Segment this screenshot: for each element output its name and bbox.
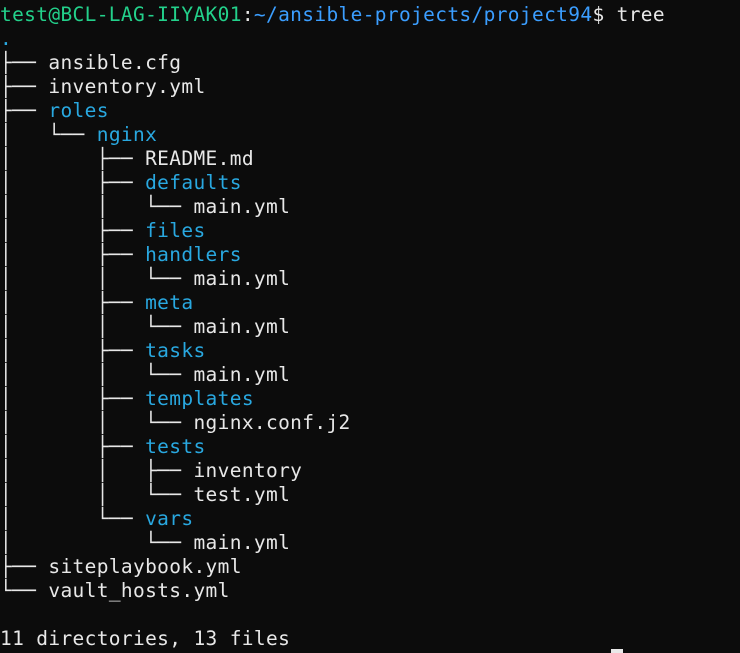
directory-name: tests: [145, 435, 206, 458]
directory-name: roles: [48, 99, 109, 122]
directory-name: defaults: [145, 171, 242, 194]
file-name: main.yml: [193, 195, 291, 218]
tree-entry: │ │ └── main.yml: [0, 195, 290, 219]
directory-name: files: [145, 219, 206, 242]
tree-entry: │ ├── meta: [0, 291, 193, 315]
tree-branch: │ │ └──: [0, 411, 194, 434]
tree-branch: ├──: [0, 51, 49, 74]
tree-branch: │ │ ├──: [0, 459, 194, 482]
file-name: nginx.conf.j2: [193, 411, 351, 434]
tree-entry: │ ├── README.md: [0, 147, 254, 171]
command-text: tree: [616, 3, 665, 26]
tree-branch: └──: [0, 579, 49, 602]
tree-branch: ├──: [0, 99, 49, 122]
directory-name: tasks: [145, 339, 206, 362]
prompt-user-host: test@BCL-LAG-IIYAK01: [0, 3, 242, 26]
tree-entry: │ │ └── nginx.conf.j2: [0, 411, 351, 435]
tree-entry: │ │ ├── inventory: [0, 459, 302, 483]
tree-branch: │ ├──: [0, 171, 146, 194]
tree-branch: │ ├──: [0, 147, 146, 170]
file-name: vault_hosts.yml: [48, 579, 230, 602]
prompt-line: test@BCL-LAG-IIYAK01:~/ansible-projects/…: [0, 3, 665, 27]
tree-entry: └── vault_hosts.yml: [0, 579, 230, 603]
tree-root: .: [0, 27, 13, 50]
tree-entry: ├── ansible.cfg: [0, 51, 181, 75]
tree-entry: │ │ └── main.yml: [0, 315, 290, 339]
directory-name: meta: [145, 291, 194, 314]
tree-branch: │ └──: [0, 507, 146, 530]
tree-branch: │ ├──: [0, 387, 146, 410]
terminal-window[interactable]: test@BCL-LAG-IIYAK01:~/ansible-projects/…: [0, 0, 740, 653]
tree-branch: │ │ └──: [0, 267, 194, 290]
file-name: inventory.yml: [48, 75, 206, 98]
prompt-separator: :: [241, 3, 254, 26]
tree-entry: ├── inventory.yml: [0, 75, 206, 99]
tree-branch: │ ├──: [0, 435, 146, 458]
tree-branch: │ ├──: [0, 291, 146, 314]
tree-branch: │ │ └──: [0, 363, 194, 386]
tree-entry: │ │ └── main.yml: [0, 363, 290, 387]
terminal-cursor: [611, 649, 623, 653]
directory-name: nginx: [96, 123, 158, 146]
tree-entry: │ ├── tests: [0, 435, 206, 459]
tree-branch: │ └──: [0, 531, 194, 554]
tree-entry: │ └── main.yml: [0, 531, 290, 555]
tree-branch: ├──: [0, 555, 49, 578]
file-name: main.yml: [193, 267, 291, 290]
directory-name: templates: [145, 387, 254, 410]
tree-branch: │ ├──: [0, 339, 146, 362]
tree-entry: ├── roles: [0, 99, 109, 123]
tree-entry: │ └── nginx: [0, 123, 157, 147]
tree-summary: 11 directories, 13 files: [0, 627, 291, 650]
file-name: siteplaybook.yml: [48, 555, 242, 578]
tree-entry: │ ├── defaults: [0, 171, 242, 195]
tree-entry: │ ├── templates: [0, 387, 254, 411]
file-name: main.yml: [193, 363, 291, 386]
tree-branch: ├──: [0, 75, 49, 98]
prompt-path: ~/ansible-projects/project94: [253, 3, 593, 26]
file-name: inventory: [193, 459, 303, 482]
tree-branch: │ ├──: [0, 243, 146, 266]
tree-entry: │ └── vars: [0, 507, 193, 531]
file-name: main.yml: [193, 315, 291, 338]
file-name: README.md: [145, 147, 254, 170]
tree-branch: │ │ └──: [0, 315, 194, 338]
tree-entry: │ ├── handlers: [0, 243, 242, 267]
directory-name: handlers: [145, 243, 242, 266]
tree-entry: ├── siteplaybook.yml: [0, 555, 242, 579]
file-name: test.yml: [193, 483, 291, 506]
tree-entry: │ ├── files: [0, 219, 206, 243]
tree-branch: │ ├──: [0, 219, 146, 242]
tree-branch: │ │ └──: [0, 483, 194, 506]
file-name: ansible.cfg: [48, 51, 182, 74]
tree-branch: │ │ └──: [0, 195, 194, 218]
prompt-symbol: $: [592, 3, 617, 26]
tree-entry: │ ├── tasks: [0, 339, 206, 363]
tree-entry: │ │ └── test.yml: [0, 483, 290, 507]
file-name: main.yml: [193, 531, 291, 554]
tree-entry: │ │ └── main.yml: [0, 267, 290, 291]
directory-name: vars: [145, 507, 194, 530]
tree-branch: │ └──: [0, 123, 97, 146]
